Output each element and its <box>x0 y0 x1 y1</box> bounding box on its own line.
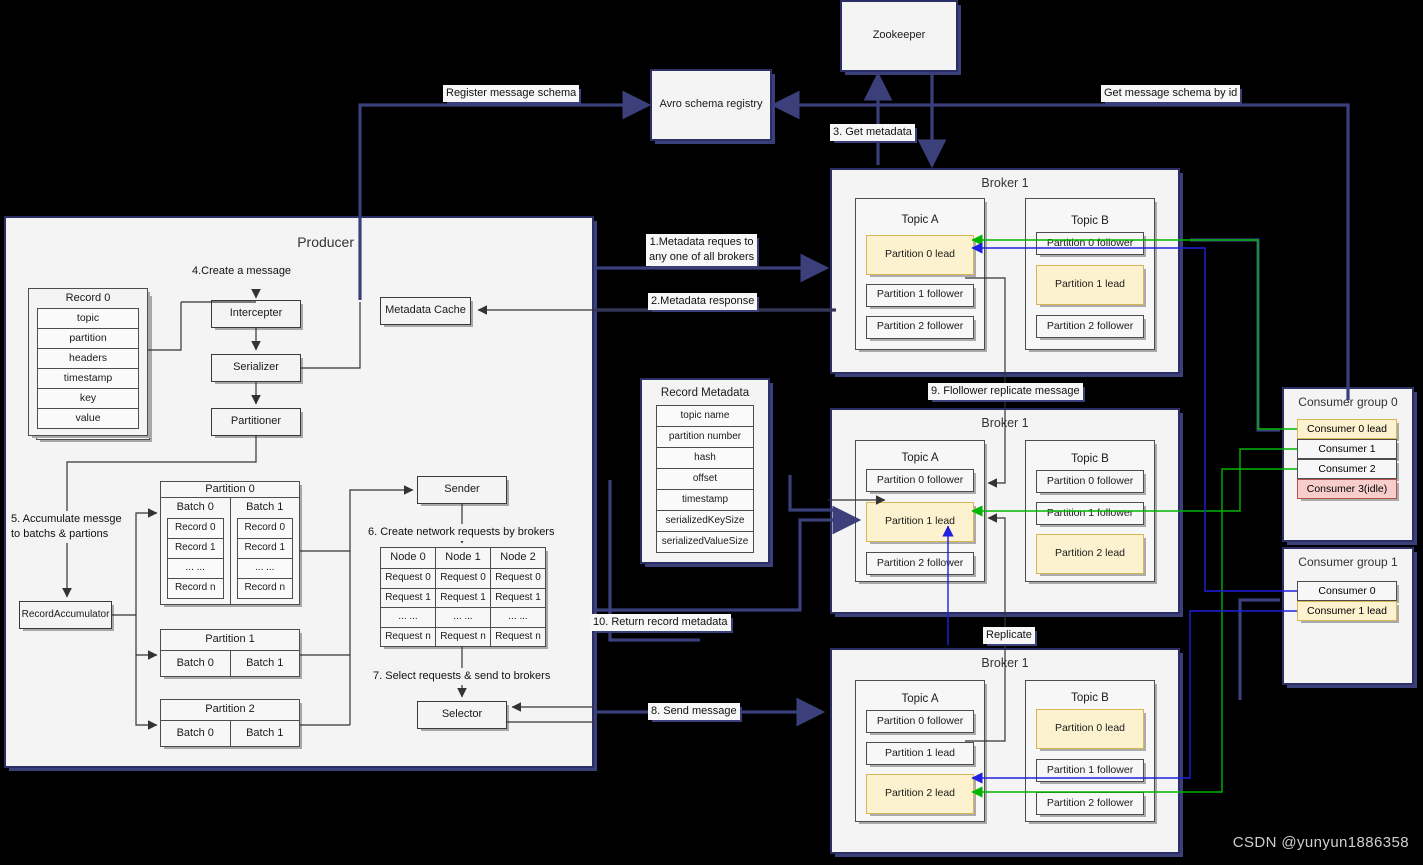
label-create-message: 4.Create a message <box>189 263 295 280</box>
label-follower-replicate: 9. Flollower replicate message <box>928 383 1083 400</box>
label-return-metadata: 10. Return record metadata <box>590 614 731 631</box>
wire-accum-to-p1 <box>135 615 158 660</box>
label-create-requests: 6. Create network requests by brokers <box>365 524 558 541</box>
label-get-schema-by-id: Get message schema by id <box>1101 85 1241 102</box>
label-replicate: Replicate <box>983 627 1035 644</box>
wire-serializer-to-registry <box>301 302 361 369</box>
watermark: CSDN @yunyun1886358 <box>1232 834 1409 851</box>
label-select-requests: 7. Select requests & send to brokers <box>370 668 554 685</box>
label-accumulate: 5. Accumulate messge to batchs & partion… <box>8 511 125 543</box>
detail-connector-layer <box>62 234 1297 798</box>
wire-consumer0-to-b1-p0lead <box>971 234 1297 430</box>
wire-consumer1-to-b2-p1lead <box>971 448 1297 517</box>
wire-record-to-serializer <box>148 302 182 351</box>
label-metadata-response: 2.Metadata response <box>648 293 758 310</box>
wire-accum-to-p2 <box>135 655 158 730</box>
label-send-message: 8. Send message <box>648 703 740 720</box>
diagram-canvas: Zookeeper Avro schema registry Producer … <box>0 0 1423 865</box>
wire-b1-follower-to-b2-lead <box>965 277 1006 488</box>
label-register-schema: Register message schema <box>443 85 580 102</box>
label-metadata-request: 1.Metadata reques to any one of all brok… <box>646 234 758 266</box>
wire-p0-to-sender <box>300 485 414 552</box>
label-get-metadata: 3. Get metadata <box>830 124 915 141</box>
wire-cg1-consumer0-to-b1 <box>971 242 1297 592</box>
